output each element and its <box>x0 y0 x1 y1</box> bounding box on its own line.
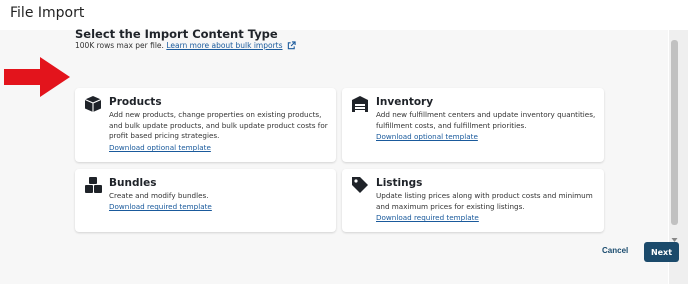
download-template-link[interactable]: Download optional template <box>109 143 211 152</box>
red-arrow-icon <box>4 57 70 101</box>
section-subtitle: 100K rows max per file. Learn more about… <box>75 41 296 52</box>
row-limit-note: 100K rows max per file. <box>75 41 164 50</box>
card-title: Inventory <box>376 96 434 108</box>
card-title: Products <box>109 96 162 108</box>
card-description: Update listing prices along with product… <box>376 191 593 211</box>
card-title: Listings <box>376 177 423 189</box>
card-products[interactable]: Products Add new products, change proper… <box>75 88 336 162</box>
card-description: Add new fulfillment centers and update i… <box>376 110 596 130</box>
page-title: File Import <box>10 5 85 21</box>
warehouse-icon <box>351 95 369 117</box>
cancel-button[interactable]: Cancel <box>602 246 628 255</box>
card-listings[interactable]: Listings Update listing prices along wit… <box>342 169 604 232</box>
external-link-icon <box>287 41 296 52</box>
scrollbar-thumb[interactable] <box>671 40 678 225</box>
card-inventory[interactable]: Inventory Add new fulfillment centers an… <box>342 88 604 162</box>
card-title: Bundles <box>109 177 157 189</box>
download-template-link[interactable]: Download required template <box>376 213 479 222</box>
card-description: Create and modify bundles. <box>109 191 209 200</box>
next-button[interactable]: Next <box>644 242 679 262</box>
section-title: Select the Import Content Type <box>75 27 278 41</box>
boxes-icon <box>84 176 103 198</box>
card-bundles[interactable]: Bundles Create and modify bundles. Downl… <box>75 169 336 232</box>
card-description: Add new products, change properties on e… <box>109 110 328 140</box>
download-template-link[interactable]: Download required template <box>109 202 212 211</box>
box-icon <box>84 95 102 117</box>
learn-more-link[interactable]: Learn more about bulk imports <box>166 41 282 50</box>
tag-icon <box>351 176 369 198</box>
download-template-link[interactable]: Download optional template <box>376 132 478 141</box>
